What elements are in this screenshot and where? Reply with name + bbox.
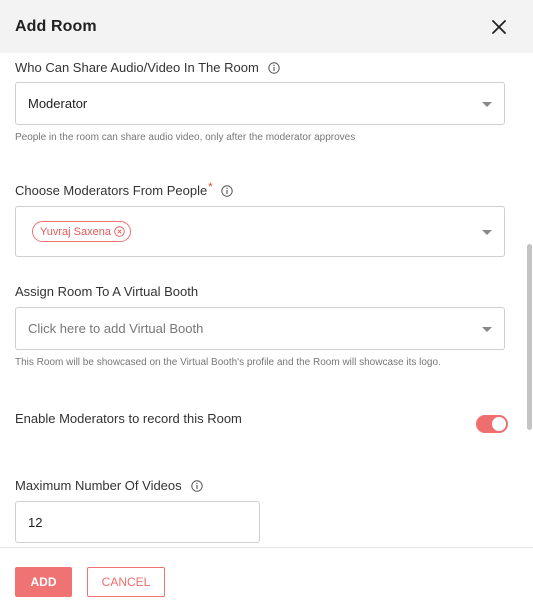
- record-label: Enable Moderators to record this Room: [15, 411, 242, 426]
- share-av-value: Moderator: [28, 96, 88, 111]
- chevron-down-icon: [482, 101, 492, 107]
- scrollbar-thumb[interactable]: [527, 244, 532, 430]
- add-button[interactable]: ADD: [15, 567, 72, 597]
- required-mark: *: [208, 180, 213, 193]
- info-icon[interactable]: [190, 479, 203, 492]
- dialog-body[interactable]: Who Can Share Audio/Video In The Room Mo…: [0, 53, 533, 547]
- virtual-booth-select[interactable]: Click here to add Virtual Booth: [15, 307, 505, 350]
- cancel-button[interactable]: CANCEL: [87, 567, 165, 597]
- dialog-title: Add Room: [15, 17, 97, 35]
- moderators-label: Choose Moderators From People *: [15, 180, 234, 198]
- max-videos-value: 12: [28, 514, 43, 530]
- info-icon[interactable]: [268, 61, 280, 74]
- share-av-label: Who Can Share Audio/Video In The Room: [15, 60, 280, 75]
- max-videos-label: Maximum Number Of Videos: [15, 478, 203, 493]
- moderator-chip-label: Yuvraj Saxena: [40, 225, 111, 238]
- chevron-down-icon: [482, 326, 492, 332]
- close-button[interactable]: [487, 15, 511, 39]
- share-av-select[interactable]: Moderator: [15, 82, 505, 125]
- record-toggle[interactable]: [476, 415, 508, 433]
- dialog-footer: ADD CANCEL: [0, 547, 533, 614]
- max-videos-input[interactable]: 12: [15, 501, 260, 543]
- moderators-select[interactable]: Yuvraj Saxena: [15, 206, 505, 257]
- info-icon[interactable]: [221, 184, 234, 197]
- chevron-down-icon: [482, 229, 492, 235]
- virtual-booth-placeholder: Click here to add Virtual Booth: [28, 321, 204, 336]
- toggle-knob: [492, 417, 506, 431]
- virtual-booth-label: Assign Room To A Virtual Booth: [15, 284, 199, 299]
- virtual-booth-helper: This Room will be showcased on the Virtu…: [15, 357, 441, 368]
- share-av-helper: People in the room can share audio video…: [15, 132, 356, 143]
- chip-remove-icon[interactable]: [114, 226, 125, 237]
- close-icon: [492, 19, 506, 34]
- moderator-chip: Yuvraj Saxena: [32, 221, 131, 242]
- dialog-header: Add Room: [0, 0, 533, 53]
